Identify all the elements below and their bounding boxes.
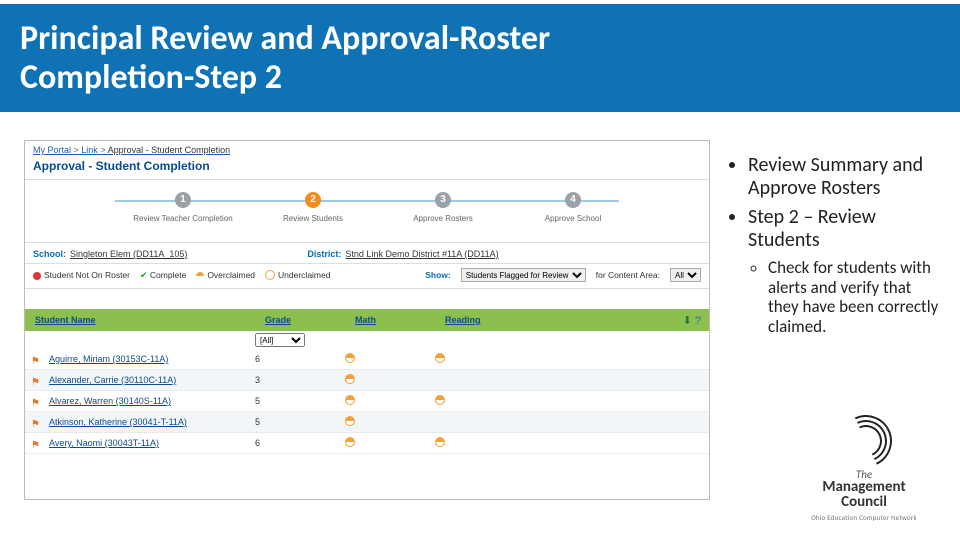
cell-math <box>345 437 435 449</box>
overclaimed-icon <box>345 353 355 363</box>
legend-not-on-roster: Student Not On Roster <box>33 270 130 280</box>
school-district-row: School: Singleton Elem (DD11A_105) Distr… <box>25 243 709 264</box>
bullet-2: Step 2 – Review Students Check for stude… <box>748 206 942 336</box>
overclaimed-icon <box>435 437 445 447</box>
flag-icon: ⚑ <box>31 398 40 409</box>
col-grade[interactable]: Grade <box>255 315 345 325</box>
student-name-link[interactable]: ⚑Alexander, Carrie (30110C-11A) <box>25 375 255 385</box>
wizard-steps: 1 Review Teacher Completion 2 Review Stu… <box>25 186 709 243</box>
legend-overclaimed: Overclaimed <box>196 270 255 280</box>
step-4-label: Approve School <box>503 214 643 223</box>
district-value[interactable]: Stnd Link Demo District #11A (DD11A) <box>345 249 498 259</box>
student-name-link[interactable]: ⚑Aguirre, Miriam (30153C-11A) <box>25 354 255 364</box>
cell-grade: 3 <box>255 375 345 385</box>
table-row[interactable]: ⚑Alvarez, Warren (30140S-11A) 5 <box>25 391 709 412</box>
col-math[interactable]: Math <box>345 315 435 325</box>
cell-math <box>345 374 435 386</box>
table-row[interactable]: ⚑Aguirre, Miriam (30153C-11A) 6 <box>25 349 709 370</box>
step-3[interactable]: 3 <box>435 192 451 208</box>
school-label: School: <box>33 249 66 259</box>
overclaimed-icon <box>345 437 355 447</box>
content-area-label: for Content Area: <box>596 270 660 280</box>
export-icon[interactable]: ⬇ <box>683 315 692 327</box>
crumb-portal[interactable]: My Portal <box>33 145 71 155</box>
logo-text: The Management Council <box>800 469 928 510</box>
cell-grade: 5 <box>255 396 345 406</box>
crumb-link[interactable]: Link <box>81 145 98 155</box>
flag-icon: ⚑ <box>31 356 40 367</box>
district-label: District: <box>307 249 341 259</box>
logo-subtext: Ohio Education Computer Network <box>800 513 928 522</box>
step-2-label: Review Students <box>243 214 383 223</box>
grade-filter-select[interactable]: [All] <box>255 333 305 347</box>
header-icons: ⬇ ? <box>525 314 709 327</box>
title-line-2: Completion-Step 2 <box>20 58 550 97</box>
cell-math <box>345 416 435 428</box>
legend-complete: Complete <box>140 270 186 281</box>
cell-reading <box>435 353 525 365</box>
slide-title-bar: Principal Review and Approval-Roster Com… <box>0 0 960 112</box>
content-area-select[interactable]: All <box>670 268 701 282</box>
step-1-label: Review Teacher Completion <box>113 214 253 223</box>
embedded-screenshot: My Portal > Link > Approval - Student Co… <box>24 140 710 500</box>
student-name-link[interactable]: ⚑Atkinson, Katherine (30041-T-11A) <box>25 417 255 427</box>
table-row[interactable]: ⚑Avery, Naomi (30043T-11A) 6 <box>25 433 709 454</box>
overclaimed-icon <box>345 416 355 426</box>
cell-math <box>345 353 435 365</box>
title-line-1: Principal Review and Approval-Roster <box>20 19 550 58</box>
legend-underclaimed: Underclaimed <box>265 270 330 281</box>
step-3-label: Approve Rosters <box>373 214 513 223</box>
spacer <box>25 289 709 309</box>
cell-reading <box>435 437 525 449</box>
bullet-2a: Check for students with alerts and verif… <box>768 258 942 336</box>
school-value[interactable]: Singleton Elem (DD11A_105) <box>70 249 187 259</box>
table-row[interactable]: ⚑Alexander, Carrie (30110C-11A) 3 <box>25 370 709 391</box>
cell-grade: 6 <box>255 438 345 448</box>
col-student-name[interactable]: Student Name <box>25 315 255 325</box>
legend-row: Student Not On Roster Complete Overclaim… <box>25 264 709 289</box>
crumb-current: Approval - Student Completion <box>108 145 231 155</box>
student-name-link[interactable]: ⚑Avery, Naomi (30043T-11A) <box>25 438 255 448</box>
cell-grade: 5 <box>255 417 345 427</box>
table-body: ⚑Aguirre, Miriam (30153C-11A) 6 ⚑Alexand… <box>25 349 709 454</box>
slide-title: Principal Review and Approval-Roster Com… <box>20 19 550 97</box>
logo-arcs-icon <box>834 411 894 467</box>
flag-icon: ⚑ <box>31 377 40 388</box>
show-label: Show: <box>425 270 451 280</box>
cell-reading <box>435 395 525 407</box>
step-1[interactable]: 1 <box>175 192 191 208</box>
page-title: Approval - Student Completion <box>25 157 709 180</box>
flag-icon: ⚑ <box>31 440 40 451</box>
bullet-1: Review Summary and Approve Rosters <box>748 154 942 200</box>
management-council-logo: The Management Council Ohio Education Co… <box>800 411 928 522</box>
breadcrumb: My Portal > Link > Approval - Student Co… <box>25 141 709 157</box>
overclaimed-icon <box>435 395 445 405</box>
table-row[interactable]: ⚑Atkinson, Katherine (30041-T-11A) 5 <box>25 412 709 433</box>
col-reading[interactable]: Reading <box>435 315 525 325</box>
step-2[interactable]: 2 <box>305 192 321 208</box>
step-4[interactable]: 4 <box>565 192 581 208</box>
flag-icon: ⚑ <box>31 419 40 430</box>
grade-filter-row: [All] <box>25 331 709 349</box>
cell-math <box>345 395 435 407</box>
overclaimed-icon <box>435 353 445 363</box>
overclaimed-icon <box>345 374 355 384</box>
table-header: Student Name Grade Math Reading ⬇ ? <box>25 309 709 331</box>
show-select[interactable]: Students Flagged for Review <box>461 268 586 282</box>
bullet-list: Review Summary and Approve Rosters Step … <box>728 154 942 336</box>
overclaimed-icon <box>345 395 355 405</box>
cell-grade: 6 <box>255 354 345 364</box>
student-name-link[interactable]: ⚑Alvarez, Warren (30140S-11A) <box>25 396 255 406</box>
help-icon[interactable]: ? <box>695 315 701 327</box>
